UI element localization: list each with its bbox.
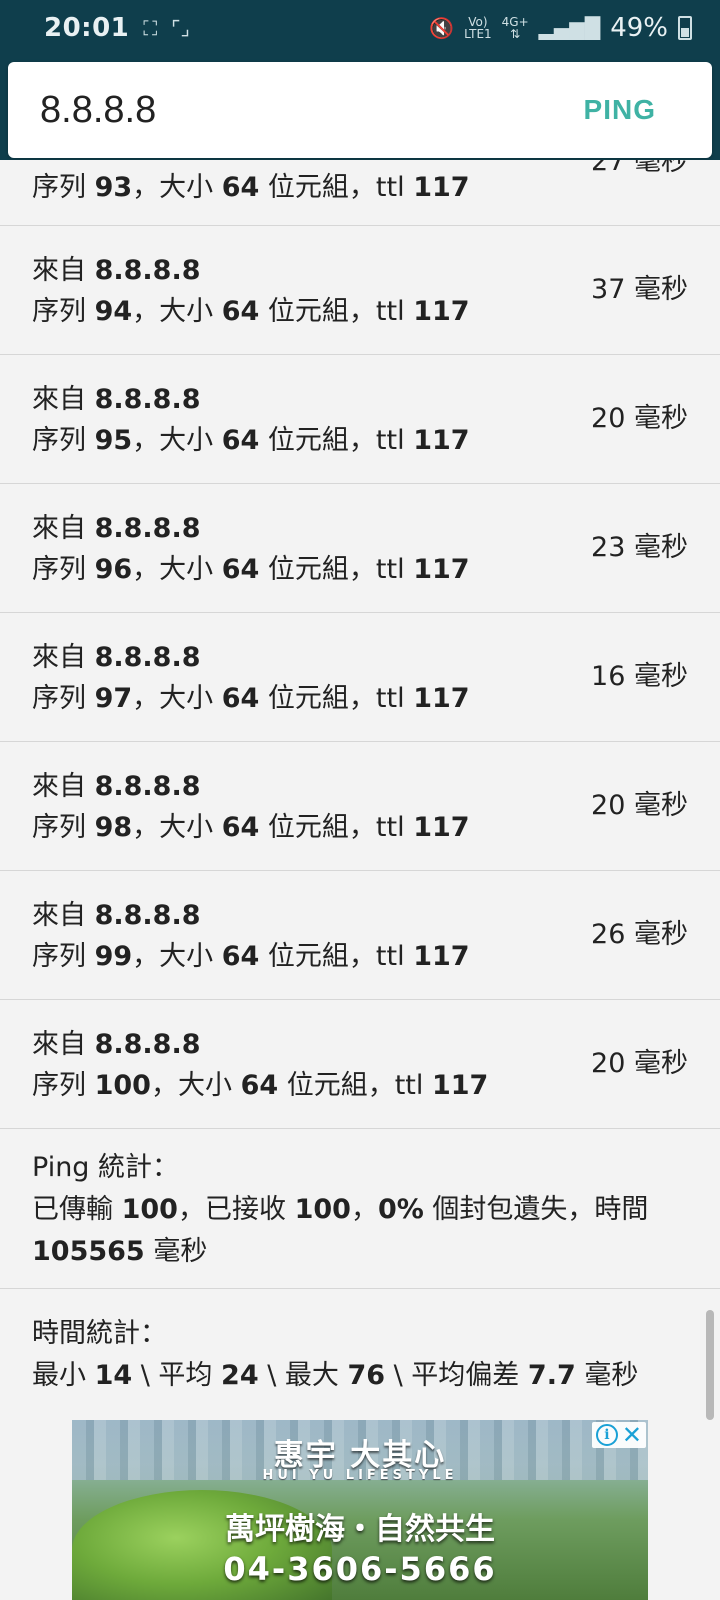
ad-close-icon[interactable]: ✕ [622, 1423, 642, 1447]
status-time: 20:01 [44, 13, 130, 43]
ad-controls: i ✕ [591, 1422, 646, 1448]
battery-icon [678, 16, 692, 40]
ad-phone: 04-3606-5666 [223, 1550, 497, 1588]
reply-source-line: 來自 8.8.8.8 [32, 1029, 201, 1060]
ad-info-icon[interactable]: i [595, 1424, 618, 1446]
list-item: 來自 8.8.8.8 序列 97，大小 64 位元組，ttl 117 16 毫秒 [0, 613, 720, 742]
reply-time: 20 毫秒 [591, 790, 688, 821]
network-4g-icon: 4G+ ⇅ [501, 15, 529, 41]
ping-results-list[interactable]: 序列 93，大小 64 位元組，ttl 117 27 毫秒 來自 8.8.8.8… [0, 160, 720, 1415]
ping-statistics-title: Ping 統計： [32, 1152, 180, 1183]
status-left: 20:01 ⛶ ⌜⌟ [44, 13, 190, 43]
host-input[interactable] [38, 87, 578, 133]
reply-sequence-line: 序列 93，大小 64 位元組，ttl 117 [32, 172, 470, 203]
reply-time: 20 毫秒 [591, 1048, 688, 1079]
battery-percent: 49% [610, 13, 668, 43]
time-statistics-line: 最小 14 \ 平均 24 \ 最大 76 \ 平均偏差 7.7 毫秒 [32, 1360, 639, 1391]
reply-time: 23 毫秒 [591, 532, 688, 563]
reply-time: 26 毫秒 [591, 919, 688, 950]
reply-source-line: 來自 8.8.8.8 [32, 642, 201, 673]
scrollbar-thumb[interactable] [706, 1310, 714, 1420]
search-card: PING [8, 62, 712, 158]
list-item: 來自 8.8.8.8 序列 99，大小 64 位元組，ttl 117 26 毫秒 [0, 871, 720, 1000]
reply-source-line: 來自 8.8.8.8 [32, 771, 201, 802]
signal-icon: ▂▄▆█ [538, 16, 601, 40]
status-right: 🔇 Vo) LTE1 4G+ ⇅ ▂▄▆█ 49% [429, 13, 692, 43]
reply-sequence-line: 序列 99，大小 64 位元組，ttl 117 [32, 941, 470, 972]
reply-source-line: 來自 8.8.8.8 [32, 513, 201, 544]
reply-sequence-line: 序列 95，大小 64 位元組，ttl 117 [32, 425, 470, 456]
list-item: 來自 8.8.8.8 序列 96，大小 64 位元組，ttl 117 23 毫秒 [0, 484, 720, 613]
ad-slogan: 萬坪樹海・自然共生 [225, 1512, 495, 1547]
reply-source-line: 來自 8.8.8.8 [32, 384, 201, 415]
reply-sequence-line: 序列 98，大小 64 位元組，ttl 117 [32, 812, 470, 843]
reply-time: 27 毫秒 [591, 160, 688, 177]
reply-source-line: 來自 8.8.8.8 [32, 900, 201, 931]
list-item: 序列 93，大小 64 位元組，ttl 117 27 毫秒 [0, 160, 720, 226]
reply-time: 16 毫秒 [591, 661, 688, 692]
ping-button[interactable]: PING [578, 93, 662, 127]
list-item: 來自 8.8.8.8 序列 98，大小 64 位元組，ttl 117 20 毫秒 [0, 742, 720, 871]
ping-screen: 20:01 ⛶ ⌜⌟ 🔇 Vo)LTE1 4G+⇅ ▂▄▆█ 49% PING … [0, 0, 720, 1600]
reply-sequence-line: 序列 94，大小 64 位元組，ttl 117 [32, 296, 470, 327]
screen-capture-icon: ⌜⌟ [171, 16, 191, 40]
screenshot-icon: ⛶ [143, 16, 158, 40]
search-header: PING [0, 56, 720, 166]
list-item: 來自 8.8.8.8 序列 94，大小 64 位元組，ttl 117 37 毫秒 [0, 226, 720, 355]
reply-time: 37 毫秒 [591, 274, 688, 305]
reply-sequence-line: 序列 97，大小 64 位元組，ttl 117 [32, 683, 470, 714]
time-statistics-title: 時間統計： [32, 1318, 167, 1349]
ping-statistics-line1: 已傳輸 100，已接收 100，0% 個封包遺失，時間 [32, 1194, 649, 1225]
status-bar: 20:01 ⛶ ⌜⌟ 🔇 Vo) LTE1 4G+ ⇅ ▂▄▆█ 49% [0, 0, 720, 56]
reply-sequence-line: 序列 100，大小 64 位元組，ttl 117 [32, 1070, 489, 1101]
list-item: 來自 8.8.8.8 序列 100，大小 64 位元組，ttl 117 20 毫… [0, 1000, 720, 1129]
reply-source-line: 來自 8.8.8.8 [32, 255, 201, 286]
volte-icon: Vo) LTE1 [464, 15, 492, 41]
reply-time: 20 毫秒 [591, 403, 688, 434]
ping-statistics-line2: 105565 毫秒 [32, 1236, 208, 1267]
time-statistics: 時間統計： 最小 14 \ 平均 24 \ 最大 76 \ 平均偏差 7.7 毫… [0, 1289, 720, 1415]
ad-brand-sub: HUI YU LIFESTYLE [262, 1468, 458, 1483]
list-item: 來自 8.8.8.8 序列 95，大小 64 位元組，ttl 117 20 毫秒 [0, 355, 720, 484]
ad-banner[interactable]: 惠宇 大其心 HUI YU LIFESTYLE 萬坪樹海・自然共生 04-360… [72, 1420, 648, 1600]
mute-icon: 🔇 [429, 16, 455, 40]
reply-sequence-line: 序列 96，大小 64 位元組，ttl 117 [32, 554, 470, 585]
ping-statistics: Ping 統計： 已傳輸 100，已接收 100，0% 個封包遺失，時間 105… [0, 1129, 720, 1289]
